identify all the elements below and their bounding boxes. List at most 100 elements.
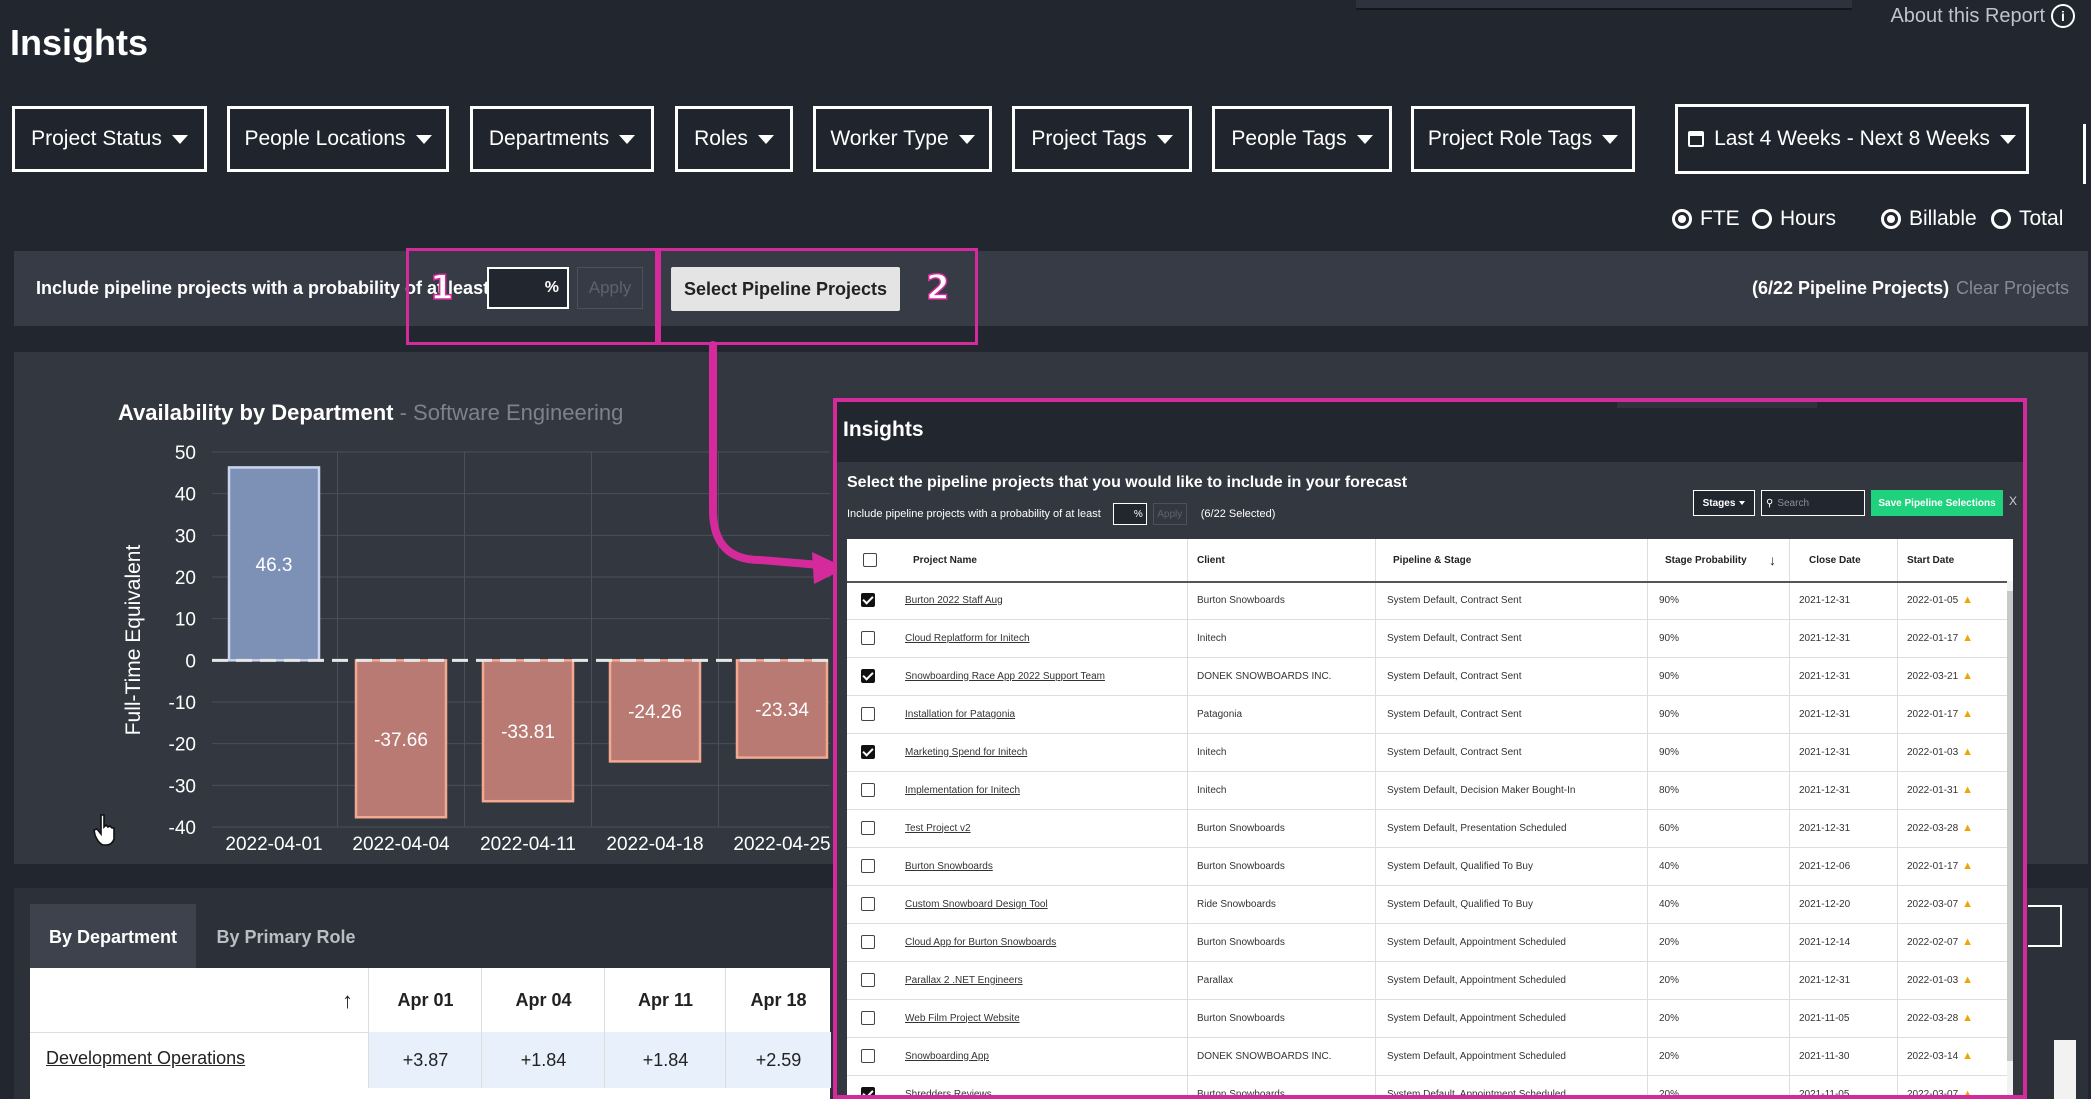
table-row[interactable]: Cloud App for Burton Snowboards Burton Sn… (847, 923, 2013, 962)
client-cell: Burton Snowboards (1197, 1088, 1285, 1099)
probability-cell: 90% (1659, 746, 1680, 758)
row-checkbox[interactable] (861, 771, 875, 809)
row-checkbox[interactable] (861, 619, 875, 657)
start-date-cell: 2022-01-17 ▲ (1907, 847, 1973, 885)
project-name-link[interactable]: Burton Snowboards (905, 847, 993, 885)
row-checkbox[interactable] (861, 961, 875, 999)
client-cell: DONEK SNOWBOARDS INC. (1197, 1050, 1332, 1062)
modal-apply-button[interactable]: Apply (1152, 503, 1187, 525)
save-pipeline-selections-button[interactable]: Save Pipeline Selections (1871, 490, 2003, 516)
project-name-link[interactable]: Burton 2022 Staff Aug (905, 581, 1003, 619)
row-checkbox[interactable] (861, 733, 875, 771)
row-checkbox[interactable] (861, 581, 875, 619)
project-name-link[interactable]: Snowboarding App (905, 1037, 989, 1075)
row-checkbox[interactable] (861, 999, 875, 1037)
table-row[interactable]: Snowboarding App DONEK SNOWBOARDS INC. Sys… (847, 1037, 2013, 1076)
table-row[interactable]: Web Film Project Website Burton Snowboard… (847, 999, 2013, 1038)
project-name-link[interactable]: Installation for Patagonia (905, 695, 1015, 733)
start-date-cell: 2022-03-07 ▲ (1907, 885, 1973, 923)
close-date-cell: 2021-12-31 (1799, 974, 1851, 986)
start-date-value: 2022-01-05 (1907, 594, 1959, 606)
row-checkbox[interactable] (861, 657, 875, 695)
row-checkbox[interactable] (861, 1075, 875, 1095)
project-name-link[interactable]: Shredders Reviews (905, 1075, 992, 1096)
checkbox-icon (861, 897, 875, 911)
modal-scrollbar[interactable] (2007, 581, 2013, 1095)
column-header-close-date[interactable]: Close Date (1809, 539, 1861, 581)
start-date-value: 2022-01-17 (1907, 708, 1959, 720)
warning-icon: ▲ (1962, 860, 1974, 872)
table-row[interactable]: Shredders Reviews Burton Snowboards System… (847, 1075, 2013, 1099)
table-row[interactable]: Implementation for Initech Initech System … (847, 771, 2013, 810)
project-name-link[interactable]: Custom Snowboard Design Tool (905, 885, 1048, 923)
close-date-cell: 2021-12-31 (1799, 708, 1851, 720)
project-name-link[interactable]: Snowboarding Race App 2022 Support Team (905, 657, 1105, 695)
client-cell: Initech (1197, 784, 1227, 796)
table-row[interactable]: Marketing Spend for Initech Initech System… (847, 733, 2013, 772)
probability-cell: 40% (1659, 860, 1680, 872)
modal-percent-input[interactable]: % (1112, 503, 1147, 525)
project-name-link[interactable]: Marketing Spend for Initech (905, 733, 1027, 771)
column-header-start-date[interactable]: Start Date (1907, 539, 1954, 581)
warning-icon: ▲ (1962, 822, 1974, 834)
project-name-link[interactable]: Cloud Replatform for Initech (905, 619, 1030, 657)
select-all-checkbox[interactable] (863, 539, 877, 581)
row-checkbox[interactable] (861, 809, 875, 847)
pipeline-projects-table: Project Name Client Pipeline & Stage Sta… (847, 539, 2013, 1099)
probability-cell: 90% (1659, 670, 1680, 682)
stages-dropdown[interactable]: Stages (1693, 490, 1755, 516)
table-row[interactable]: Burton 2022 Staff Aug Burton Snowboards Sy… (847, 581, 2013, 620)
project-name-link[interactable]: Implementation for Initech (905, 771, 1020, 809)
modal-probability-row: Include pipeline projects with a probabi… (847, 503, 1275, 525)
column-header-client[interactable]: Client (1197, 539, 1225, 581)
start-date-value: 2022-03-28 (1907, 822, 1959, 834)
warning-icon: ▲ (1962, 936, 1974, 948)
modal-search-input[interactable]: ⚲ Search (1761, 490, 1865, 516)
row-checkbox[interactable] (861, 847, 875, 885)
table-row[interactable]: Parallax 2 .NET Engineers Parallax System … (847, 961, 2013, 1000)
row-checkbox[interactable] (861, 923, 875, 961)
close-date-cell: 2021-11-30 (1799, 1050, 1850, 1062)
checkbox-icon (861, 973, 875, 987)
project-name-link[interactable]: Cloud App for Burton Snowboards (905, 923, 1056, 961)
warning-icon: ▲ (1962, 670, 1974, 682)
column-header-project-name[interactable]: Project Name (913, 539, 977, 581)
start-date-value: 2022-03-07 (1907, 1088, 1959, 1099)
table-row[interactable]: Test Project v2 Burton Snowboards System D… (847, 809, 2013, 848)
stage-cell: System Default, Appointment Scheduled (1387, 936, 1566, 948)
client-cell: Ride Snowboards (1197, 898, 1276, 910)
row-checkbox[interactable] (861, 885, 875, 923)
warning-icon: ▲ (1962, 1012, 1974, 1024)
close-icon[interactable]: X (2009, 494, 2017, 508)
column-header-pipeline-stage[interactable]: Pipeline & Stage (1393, 539, 1471, 581)
modal-top-strip (1617, 402, 1817, 408)
pipeline-selection-modal: Insights Select the pipeline projects th… (833, 398, 2027, 1099)
warning-icon: ▲ (1962, 784, 1974, 796)
start-date-value: 2022-03-07 (1907, 898, 1959, 910)
start-date-value: 2022-01-17 (1907, 860, 1959, 872)
row-checkbox[interactable] (861, 1037, 875, 1075)
project-name-link[interactable]: Test Project v2 (905, 809, 971, 847)
table-row[interactable]: Snowboarding Race App 2022 Support Team D… (847, 657, 2013, 696)
start-date-value: 2022-03-14 (1907, 1050, 1959, 1062)
client-cell: Patagonia (1197, 708, 1243, 720)
project-name-link[interactable]: Web Film Project Website (905, 999, 1020, 1037)
client-cell: Burton Snowboards (1197, 594, 1285, 606)
stage-cell: System Default, Contract Sent (1387, 632, 1522, 644)
table-row[interactable]: Cloud Replatform for Initech Initech Syste… (847, 619, 2013, 658)
checkbox-icon (861, 783, 875, 797)
table-row[interactable]: Installation for Patagonia Patagonia Syste… (847, 695, 2013, 734)
sort-down-arrow-icon[interactable]: ↓ (1769, 539, 1776, 581)
start-date-cell: 2022-01-05 ▲ (1907, 581, 1973, 619)
row-checkbox[interactable] (861, 695, 875, 733)
project-name-link[interactable]: Parallax 2 .NET Engineers (905, 961, 1023, 999)
table-row[interactable]: Custom Snowboard Design Tool Ride Snowboa… (847, 885, 2013, 924)
start-date-value: 2022-01-03 (1907, 746, 1959, 758)
stage-cell: System Default, Presentation Scheduled (1387, 822, 1567, 834)
stage-cell: System Default, Appointment Scheduled (1387, 974, 1566, 986)
warning-icon: ▲ (1962, 632, 1974, 644)
table-row[interactable]: Burton Snowboards Burton Snowboards System… (847, 847, 2013, 886)
column-header-stage-probability[interactable]: Stage Probability (1665, 539, 1747, 581)
start-date-value: 2022-03-21 (1907, 670, 1959, 682)
close-date-cell: 2021-12-06 (1799, 860, 1851, 872)
